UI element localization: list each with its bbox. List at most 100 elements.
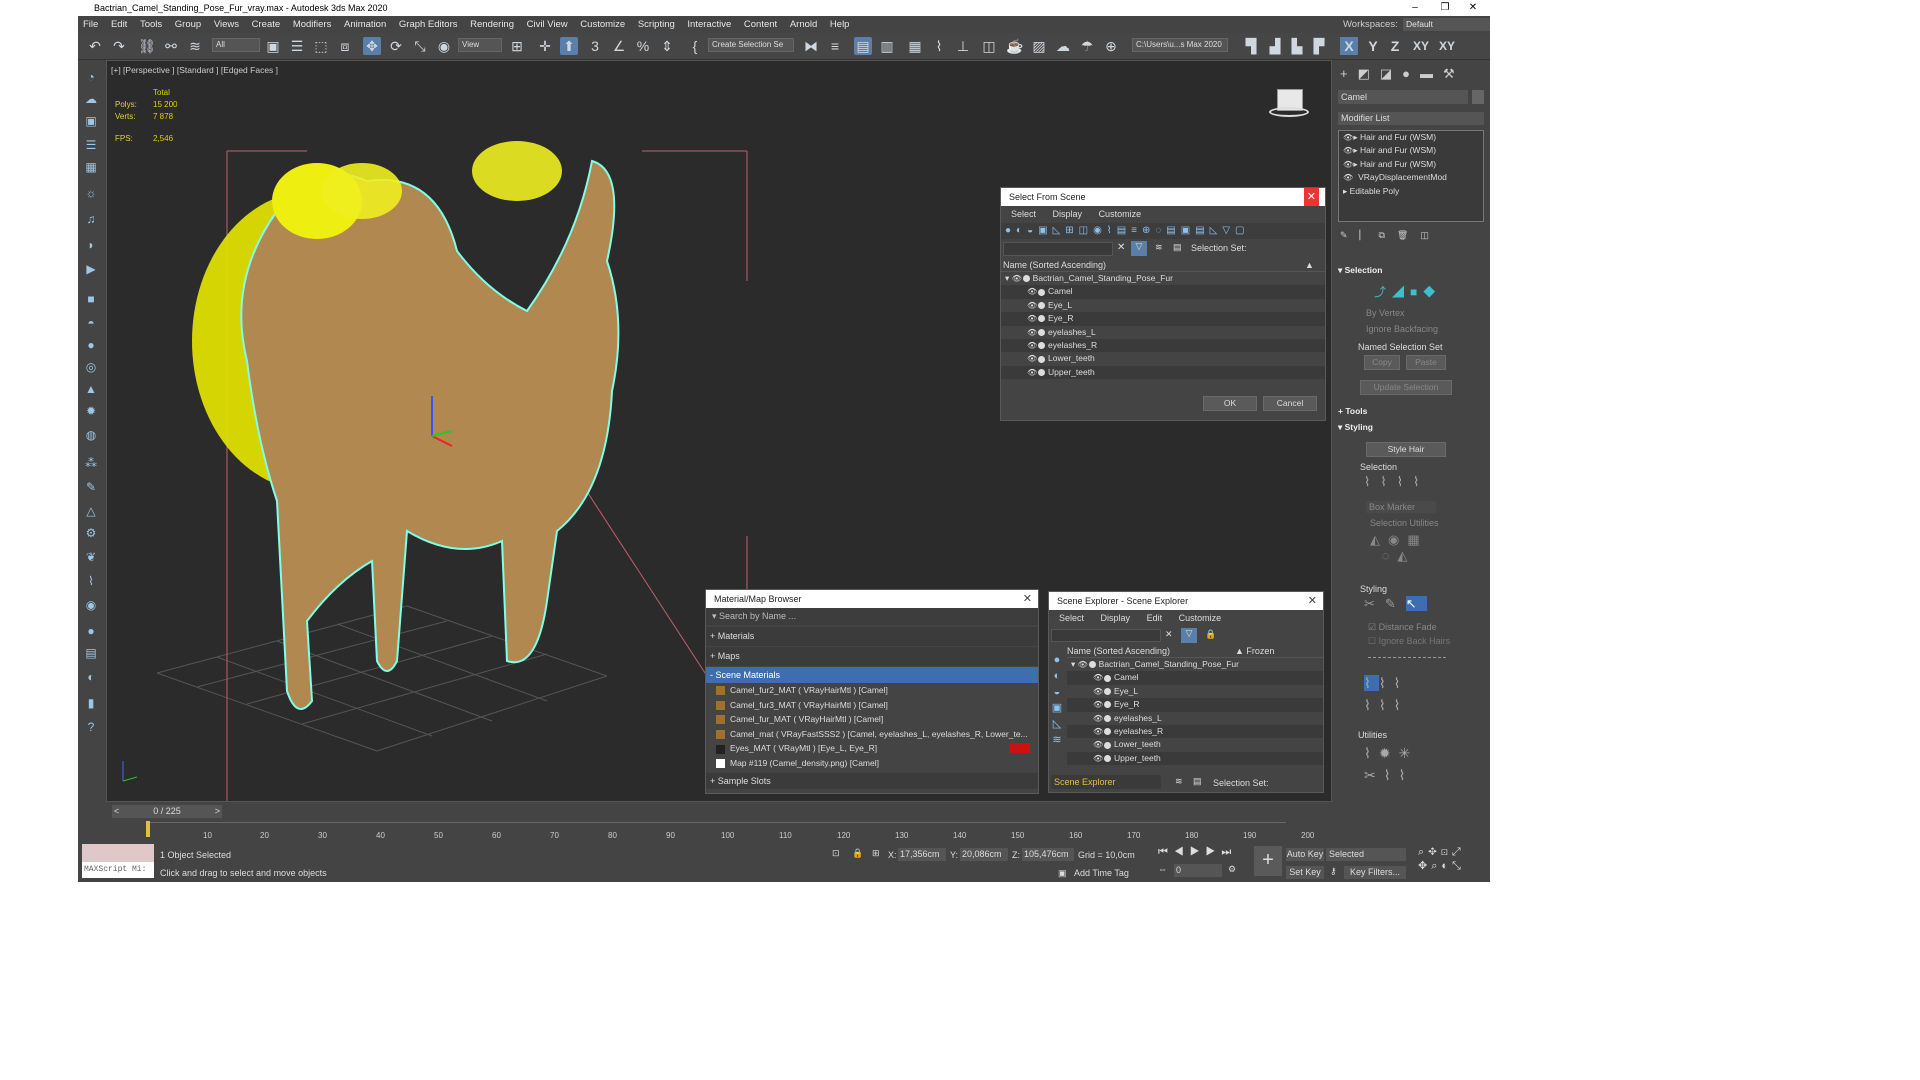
axis-y-button[interactable]: Y [1364,37,1382,55]
expand-icon[interactable]: ▾ [1005,273,1009,283]
edit-named-sel-icon[interactable]: { [686,37,704,55]
ball-icon[interactable]: ◉ [82,596,100,614]
cloud-shape-icon[interactable]: ☁ [82,90,100,108]
playback-controls[interactable]: ⏮◀▶▶⏭ [1158,846,1237,859]
comb-tool-icons[interactable]: ✂✎↖ [1364,596,1427,612]
paint-icon[interactable]: ✎ [82,478,100,496]
movie-icon[interactable]: ▶ [82,260,100,278]
menu-edit[interactable]: Edit [111,19,127,30]
speaker-icon[interactable]: ♫ [82,210,100,228]
y-coord-field[interactable]: 20,086cm [960,848,1008,861]
selection-set-icon[interactable]: ▤ [1193,776,1202,787]
document-icon[interactable]: ▤ [82,644,100,662]
material-item[interactable]: Eyes_MAT ( VRayMtl ) [Eye_L, Eye_R] [706,741,1038,756]
visibility-icon[interactable]: 👁 [1093,685,1103,698]
tree-root-row[interactable]: ▾ 👁 Bactrian_Camel_Standing_Pose_Fur [1001,272,1325,285]
visibility-icon[interactable]: 👁 [1093,698,1103,711]
merge-icon[interactable]: ▙ [1288,37,1306,55]
tree-row[interactable]: 👁 eyelashes_L [1001,326,1325,339]
redo-icon[interactable]: ↷ [110,37,128,55]
expand-icon[interactable]: ▾ [1071,659,1075,669]
axis-xy-button[interactable]: XY [1410,37,1432,55]
menu-civil-view[interactable]: Civil View [527,19,568,30]
visibility-icon[interactable]: 👁 [1078,658,1088,671]
select-column-header[interactable]: Name (Sorted Ascending) ▲ [1001,259,1325,272]
se-menu-display[interactable]: Display [1101,613,1131,623]
time-config-icon[interactable]: ⚙ [1228,864,1236,875]
menu-help[interactable]: Help [830,19,850,30]
axis-xy-cycle-button[interactable]: XY [1436,37,1458,55]
stack-tools-icons[interactable]: ✎▏⧉🗑◫ [1340,230,1441,241]
filter-toolbar[interactable]: ●◐◒▣◺⊞◫◉⌇▤≡⊕◌▤▣▤◺▽▢ [1001,223,1325,239]
set-key-button[interactable]: Set Key [1286,866,1324,879]
menu-scripting[interactable]: Scripting [638,19,675,30]
select-object-icon[interactable]: ▣ [264,37,282,55]
scene-explorer-icon[interactable]: ▤ [854,37,872,55]
minimize-button[interactable]: – [1400,0,1430,16]
ribbon-icon[interactable]: ▦ [906,37,924,55]
tools-rollout-header[interactable]: + Tools [1338,406,1484,418]
ear-icon[interactable]: ◗ [82,236,100,254]
scatter-icon[interactable]: ⁂ [82,454,100,472]
object-name-field[interactable]: Camel [1338,90,1468,104]
leaf-icon[interactable]: ❦ [82,548,100,566]
close-icon[interactable]: ✕ [1023,590,1032,608]
scale-icon[interactable]: ⤡ [411,37,429,55]
close-icon[interactable]: ✕ [1308,592,1317,610]
key-filters-button[interactable]: Key Filters... [1344,866,1406,879]
x-coord-field[interactable]: 17,356cm [898,848,946,861]
menu-arnold[interactable]: Arnold [790,19,817,30]
link-icon[interactable]: ⛓ [138,37,156,55]
material-item[interactable]: Camel_fur_MAT ( VRayHairMtl ) [Camel] [706,712,1038,727]
rect-region-icon[interactable]: ⬚ [312,37,330,55]
time-tag-icon[interactable]: ▣ [1058,868,1067,879]
menu-interactive[interactable]: Interactive [687,19,731,30]
curve-editor-icon[interactable]: ⌇ [930,37,948,55]
clear-search-icon[interactable]: ✕ [1165,629,1173,640]
se-tree-row[interactable]: 👁 Upper_teeth [1067,751,1323,766]
funnel-icon[interactable]: ▽ [1131,241,1147,256]
cancel-button[interactable]: Cancel [1263,396,1317,411]
selection-set-icon[interactable]: ▤ [1173,242,1182,253]
layer-explorer-icon[interactable]: ▥ [878,37,896,55]
sun-icon[interactable]: ✹ [82,402,100,420]
menu-create[interactable]: Create [252,19,281,30]
render-cloud-icon[interactable]: ☂ [1078,37,1096,55]
maxscript-listener-top[interactable] [82,844,154,862]
distance-fade-check[interactable]: ☑ Distance Fade [1368,622,1437,633]
isolate-icon[interactable]: ⊡ [832,848,840,859]
mirror-icon[interactable]: ⧓ [802,37,820,55]
viewcube-icon[interactable] [1265,81,1311,121]
project-folder-icon[interactable]: ▜ [1242,37,1260,55]
se-tree-row[interactable]: 👁 Eye_R [1067,698,1323,712]
help-icon[interactable]: ? [82,718,100,736]
style-hair-button[interactable]: Style Hair [1366,442,1446,457]
material-item[interactable]: Map #119 (Camel_density.png) [Camel] [706,756,1038,771]
funnel-icon[interactable]: ▽ [1181,628,1197,643]
keyboard-shortcut-icon[interactable]: ⬆ [560,37,578,55]
se-tree-row[interactable]: 👁 eyelashes_L [1067,712,1323,725]
schematic-icon[interactable]: ⊥ [954,37,972,55]
material-item[interactable]: Camel_fur3_MAT ( VRayHairMtl ) [Camel] [706,698,1038,713]
modifier-item[interactable]: 👁 ▸ Hair and Fur (WSM) [1339,144,1483,157]
selection-utility-icons[interactable]: ◭◉▦ ◌◭ [1370,532,1428,564]
globe-icon[interactable]: ◍ [82,426,100,444]
select-dialog-menu-select[interactable]: Select [1011,209,1036,219]
by-vertex-check[interactable]: By Vertex [1366,308,1405,318]
menu-animation[interactable]: Animation [344,19,386,30]
select-manipulate-icon[interactable]: ✛ [536,37,554,55]
materials-group[interactable]: + Materials [706,627,1038,646]
modifier-item[interactable]: 👁 VRayDisplacementMod [1339,171,1483,184]
tree-row[interactable]: 👁 Lower_teeth [1001,352,1325,365]
triangle-icon[interactable]: △ [82,502,100,520]
visibility-icon[interactable]: 👁 [1027,285,1037,298]
material-search-input[interactable]: ▾ Search by Name ... [706,608,1038,625]
place-icon[interactable]: ◉ [435,37,453,55]
select-dialog-menu-display[interactable]: Display [1053,209,1083,219]
tree-row[interactable]: 👁 eyelashes_R [1001,338,1325,353]
cone-icon[interactable]: ▲ [82,380,100,398]
lock-icon[interactable]: 🔒 [852,848,863,859]
key-selection-dropdown[interactable]: Selected [1326,848,1406,861]
pivot-icon[interactable]: ⊞ [508,37,526,55]
render-frame-icon[interactable]: ▨ [1030,37,1048,55]
